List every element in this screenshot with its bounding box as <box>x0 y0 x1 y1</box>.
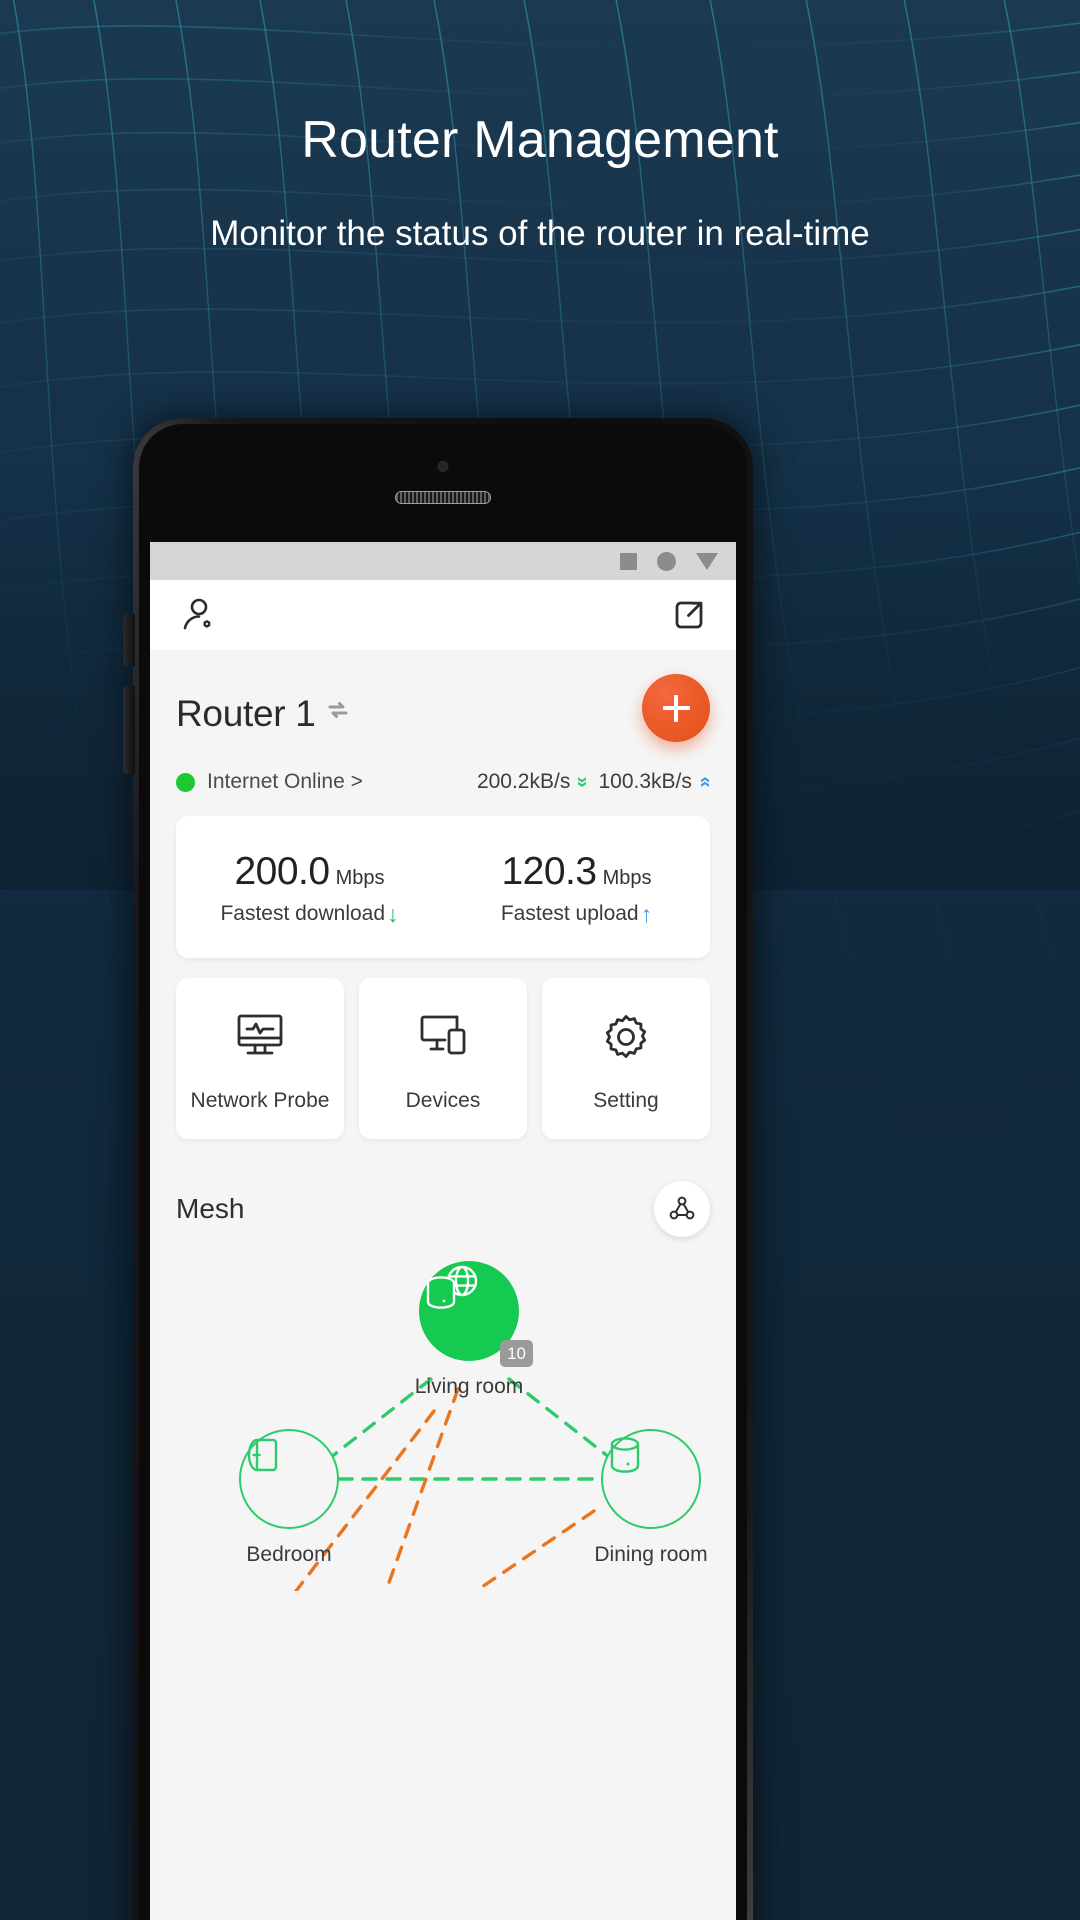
node-label: Bedroom <box>246 1543 332 1566</box>
download-speed-label: Fastest download <box>220 902 386 925</box>
triangle-down-icon[interactable] <box>696 552 718 570</box>
download-speed-line: 200.0 Mbps <box>176 850 443 894</box>
network-topology-icon[interactable] <box>654 1181 710 1237</box>
hero-block: Router Management Monitor the status of … <box>0 111 1080 257</box>
download-speed-unit: Mbps <box>335 867 385 889</box>
tile-label: Setting <box>593 1089 659 1112</box>
mesh-title: Mesh <box>176 1193 245 1224</box>
app-header <box>150 580 736 650</box>
node-circle <box>601 1429 701 1529</box>
mesh-node-bedroom[interactable]: Bedroom <box>194 1429 384 1567</box>
fastest-download-block: 200.0 Mbps Fastest download ↓ <box>176 850 443 926</box>
circle-icon[interactable] <box>657 551 676 571</box>
speed-summary-card: 200.0Mbps Fastest download ↓ 120.3Mbps <box>176 816 710 958</box>
upload-rate-value: 100.3kB/s <box>598 770 692 793</box>
upload-speed-line: 120.3 Mbps <box>443 850 710 894</box>
mesh-section-header: Mesh <box>176 1181 710 1237</box>
upload-speed-value: 120.3 <box>501 850 597 893</box>
user-settings-icon[interactable] <box>178 595 218 635</box>
swap-arrows-icon[interactable] <box>326 698 350 727</box>
router-title-row: Router 1 <box>176 650 710 748</box>
upload-speed-unit: Mbps <box>602 867 652 889</box>
phone-mockup: Router 1 Internet Online > 200.2kB/s » 1… <box>123 412 761 1920</box>
front-camera <box>437 461 449 472</box>
internet-status-label[interactable]: Internet Online > <box>207 770 363 794</box>
tile-network-probe[interactable]: Network Probe <box>176 978 344 1139</box>
volume-button <box>123 614 135 666</box>
mesh-topology: 10 Living room Bedroom Dining room <box>176 1261 710 1591</box>
upload-speed-label: Fastest upload <box>500 902 639 925</box>
node-label: Dining room <box>594 1543 708 1566</box>
page-title: Router Management <box>301 111 779 169</box>
phone-body: Router 1 Internet Online > 200.2kB/s » 1… <box>139 424 747 1920</box>
monitor-pulse-icon <box>233 1012 287 1067</box>
arrow-up-icon: ↑ <box>640 900 653 927</box>
double-chevron-up-icon: » <box>693 776 716 788</box>
fastest-upload-block: 120.3 Mbps Fastest upload ↑ <box>443 850 710 926</box>
phone-screen: Router 1 Internet Online > 200.2kB/s » 1… <box>150 542 736 1920</box>
upload-speed-label-row: Fastest upload ↑ <box>501 902 652 926</box>
arrow-down-icon: ↓ <box>387 900 399 927</box>
double-chevron-down-icon: » <box>571 776 594 788</box>
quick-action-tiles: Network Probe Devices Setting <box>176 978 710 1139</box>
node-label: Living room <box>414 1375 524 1398</box>
external-link-icon[interactable] <box>670 596 708 634</box>
online-status-dot <box>176 772 195 792</box>
android-status-bar <box>150 542 736 580</box>
tile-label: Devices <box>405 1089 481 1112</box>
mesh-node-dining-room[interactable]: Dining room <box>556 1429 736 1567</box>
upload-rate: 100.3kB/s » <box>598 770 715 794</box>
tile-devices[interactable]: Devices <box>359 978 527 1139</box>
router-status-row: Internet Online > 200.2kB/s » 100.3kB/s … <box>176 770 716 794</box>
live-rates: 200.2kB/s » 100.3kB/s » <box>476 770 716 794</box>
download-speed-value: 200.0 <box>234 850 330 893</box>
connected-devices-badge: 10 <box>500 1340 533 1367</box>
square-icon[interactable] <box>620 552 637 570</box>
monitor-phone-icon <box>416 1012 470 1067</box>
tile-label: Network Probe <box>190 1089 330 1112</box>
app-content: Router 1 Internet Online > 200.2kB/s » 1… <box>150 650 736 1591</box>
router-title-group[interactable]: Router 1 <box>176 693 350 735</box>
node-circle <box>239 1429 339 1529</box>
power-button <box>123 686 135 774</box>
mesh-node-living-room[interactable]: 10 Living room <box>374 1261 564 1399</box>
add-router-button[interactable] <box>642 674 710 742</box>
promo-stage: Router Management Monitor the status of … <box>0 0 1080 1920</box>
gear-icon <box>600 1012 652 1067</box>
page-subtitle: Monitor the status of the router in real… <box>210 214 870 254</box>
router-name: Router 1 <box>176 693 316 734</box>
download-speed-label-row: Fastest download ↓ <box>220 902 398 926</box>
tile-setting[interactable]: Setting <box>542 978 710 1139</box>
earpiece-speaker <box>395 491 491 504</box>
download-rate: 200.2kB/s » <box>476 770 594 794</box>
download-rate-value: 200.2kB/s <box>476 770 571 793</box>
node-circle: 10 <box>419 1261 533 1367</box>
